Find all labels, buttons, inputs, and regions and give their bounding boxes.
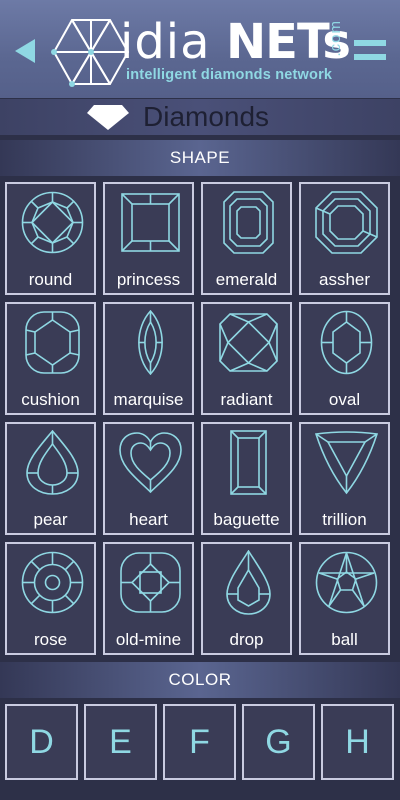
color-f[interactable]: F — [163, 704, 236, 780]
princess-shape-icon — [121, 193, 180, 252]
emerald-shape-icon — [223, 191, 274, 254]
shape-oval[interactable]: oval — [299, 302, 390, 415]
color-g[interactable]: G — [242, 704, 315, 780]
assher-shape-icon — [315, 191, 378, 254]
logo-text-idia: idia — [120, 14, 211, 70]
shape-ball[interactable]: ball — [299, 542, 390, 655]
shape-princess[interactable]: princess — [103, 182, 194, 295]
page-title: Diamonds — [143, 101, 270, 132]
menu-button[interactable] — [354, 40, 386, 64]
shape-label: ball — [331, 630, 358, 649]
hamburger-menu-icon — [354, 40, 386, 46]
marquise-shape-icon — [138, 310, 163, 375]
baguette-shape-icon — [230, 430, 267, 495]
rose-shape-icon — [21, 551, 84, 614]
section-title-bar: Diamonds — [0, 99, 400, 135]
shape-label: rose — [33, 630, 68, 649]
color-heading: COLOR — [0, 662, 400, 698]
old-mine-shape-icon — [120, 552, 181, 613]
shape-label: assher — [318, 270, 371, 289]
shape-label: trillion — [322, 510, 367, 529]
back-button[interactable] — [10, 36, 40, 66]
pear-shape-icon — [26, 430, 79, 495]
shape-cushion[interactable]: cushion — [5, 302, 96, 415]
shape-label: marquise — [113, 390, 184, 409]
shape-heart[interactable]: heart — [103, 422, 194, 535]
app-header: idia NETs .com intelligent diamonds netw… — [0, 0, 400, 98]
back-arrow-icon — [15, 39, 35, 63]
shape-rose[interactable]: rose — [5, 542, 96, 655]
shape-label: round — [28, 270, 73, 289]
logo-tagline: intelligent diamonds network — [126, 67, 333, 83]
radiant-shape-icon — [219, 313, 278, 372]
drop-shape-icon — [226, 550, 271, 615]
shape-label: emerald — [215, 270, 278, 289]
shape-label: radiant — [220, 390, 273, 409]
shape-label: cushion — [21, 390, 80, 409]
hamburger-menu-icon-bar — [354, 54, 386, 60]
shape-emerald[interactable]: emerald — [201, 182, 292, 295]
round-shape-icon — [21, 191, 84, 254]
color-h[interactable]: H — [321, 704, 394, 780]
shape-baguette[interactable]: baguette — [201, 422, 292, 535]
shape-round[interactable]: round — [5, 182, 96, 295]
shape-radiant[interactable]: radiant — [201, 302, 292, 415]
shape-drop[interactable]: drop — [201, 542, 292, 655]
trillion-shape-icon — [314, 431, 379, 495]
shape-marquise[interactable]: marquise — [103, 302, 194, 415]
shape-heading: SHAPE — [0, 140, 400, 176]
shape-pear[interactable]: pear — [5, 422, 96, 535]
shape-label: pear — [33, 510, 68, 529]
shape-old-mine[interactable]: old-mine — [103, 542, 194, 655]
shape-label: baguette — [213, 510, 280, 529]
color-d[interactable]: D — [5, 704, 78, 780]
shape-label: heart — [129, 510, 168, 529]
shape-label: drop — [229, 630, 264, 649]
shape-trillion[interactable]: trillion — [299, 422, 390, 535]
shape-label: princess — [116, 270, 181, 289]
heart-shape-icon — [119, 432, 182, 494]
shape-label: old-mine — [115, 630, 182, 649]
logo-domain: .com — [327, 20, 344, 57]
oval-shape-icon — [320, 310, 373, 375]
color-e[interactable]: E — [84, 704, 157, 780]
diamond-icon — [87, 105, 129, 130]
cushion-shape-icon — [25, 311, 80, 374]
shape-assher[interactable]: assher — [299, 182, 390, 295]
shape-label: oval — [328, 390, 361, 409]
ball-shape-icon — [315, 551, 378, 614]
